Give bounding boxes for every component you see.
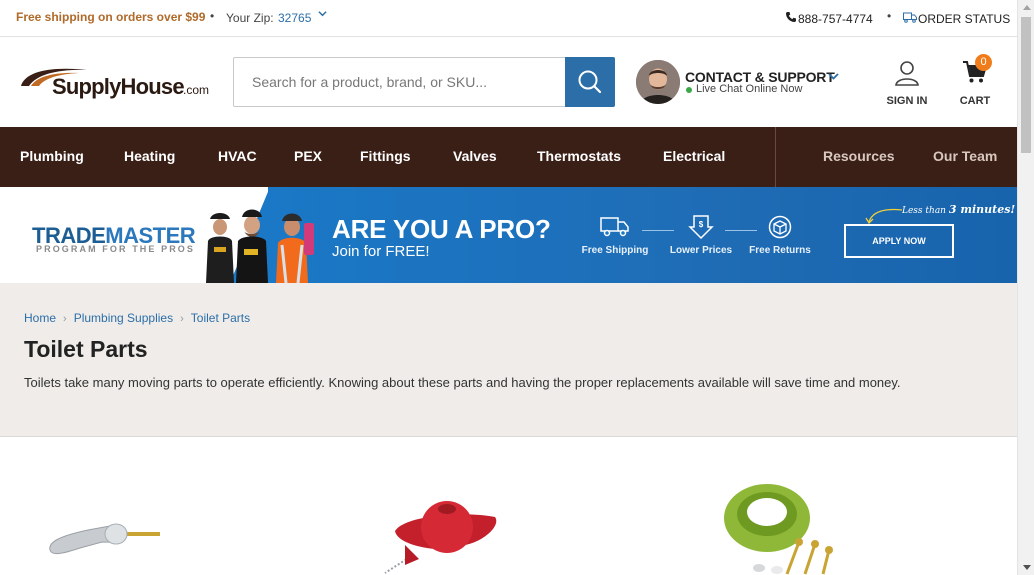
perk-label: Lower Prices — [669, 245, 733, 256]
nav-item-pex[interactable]: PEX — [294, 148, 322, 164]
trademaster-tagline: PROGRAM FOR THE PROS — [36, 244, 196, 254]
breadcrumb-plumbing-supplies[interactable]: Plumbing Supplies — [74, 311, 173, 325]
site-header: SupplyHouse .com CONTACT & SUPPORT Live … — [0, 37, 1017, 127]
perk-label: Free Returns — [749, 245, 811, 256]
breadcrumb-toilet-parts[interactable]: Toilet Parts — [191, 311, 250, 325]
banner-headline: ARE YOU A PRO? — [332, 214, 551, 244]
cart-label: CART — [959, 95, 991, 107]
nav-divider — [775, 127, 776, 187]
svg-text:$: $ — [699, 220, 704, 229]
subcategory-grid — [0, 437, 1017, 575]
nav-item-hvac[interactable]: HVAC — [218, 148, 257, 164]
scroll-down-arrow-icon[interactable] — [1023, 565, 1031, 570]
apply-now-button[interactable]: APPLY NOW — [844, 224, 954, 258]
agent-photo-icon — [636, 60, 680, 104]
phone-number[interactable]: 888-757-4774 — [798, 12, 873, 26]
returns-box-icon — [768, 215, 792, 239]
breadcrumb-home[interactable]: Home — [24, 311, 56, 325]
cart-count-badge: 0 — [975, 54, 992, 71]
separator-dot: • — [210, 9, 215, 23]
pros-group-image — [206, 209, 314, 283]
separator-dot: • — [887, 9, 892, 23]
support-agent-avatar[interactable] — [636, 60, 680, 104]
logo-brand-text: SupplyHouse — [52, 74, 185, 99]
banner-subheadline: Join for FREE! — [332, 243, 430, 260]
nav-item-electrical[interactable]: Electrical — [663, 148, 725, 164]
scroll-up-arrow-icon[interactable] — [1023, 5, 1031, 10]
zip-label: Your Zip: — [226, 11, 274, 25]
search-box — [233, 57, 615, 107]
top-bar: Free shipping on orders over $99 • Your … — [0, 0, 1017, 37]
search-icon — [578, 70, 602, 94]
category-description: Toilets take many moving parts to operat… — [24, 375, 901, 390]
truck-icon — [903, 12, 917, 23]
supplyhouse-logo[interactable]: SupplyHouse .com — [19, 66, 214, 102]
nav-item-heating[interactable]: Heating — [124, 148, 175, 164]
toilet-handle-image[interactable] — [40, 512, 165, 567]
nav-item-plumbing[interactable]: Plumbing — [20, 148, 84, 164]
category-header: Home › Plumbing Supplies › Toilet Parts Toil… — [0, 283, 1017, 437]
phone-icon — [786, 12, 796, 22]
nav-item-thermostats[interactable]: Thermostats — [537, 148, 621, 164]
search-button[interactable] — [565, 57, 615, 107]
perk-label: Free Shipping — [581, 245, 649, 256]
wax-ring-kit-image[interactable] — [715, 482, 845, 575]
time-note-b: 3 minutes! — [948, 203, 1016, 216]
chevron-down-icon[interactable] — [318, 9, 327, 18]
page: Free shipping on orders over $99 • Your … — [0, 0, 1034, 575]
breadcrumb: Home › Plumbing Supplies › Toilet Parts — [24, 311, 250, 325]
order-status-link[interactable]: ORDER STATUS — [918, 12, 1010, 26]
toilet-flapper-image[interactable] — [375, 495, 505, 575]
nav-item-valves[interactable]: Valves — [453, 148, 497, 164]
truck-icon — [600, 217, 629, 237]
cart-button[interactable]: 0 CART — [955, 54, 995, 107]
nav-item-fittings[interactable]: Fittings — [360, 148, 411, 164]
scroll-thumb[interactable] — [1021, 17, 1031, 153]
main-navigation: Plumbing Heating HVAC PEX Fittings Valve… — [0, 127, 1017, 187]
user-icon — [895, 61, 919, 86]
page-scrollbar[interactable] — [1017, 0, 1034, 575]
nav-item-our-team[interactable]: Our Team — [933, 148, 997, 164]
live-chat-status[interactable]: Live Chat Online Now — [696, 83, 802, 95]
time-note: Less than 3 minutes! — [902, 203, 1015, 216]
chevron-right-icon: › — [180, 313, 184, 325]
time-note-a: Less than — [902, 206, 949, 216]
chevron-down-icon[interactable] — [828, 72, 839, 81]
search-input[interactable] — [234, 58, 565, 106]
nav-item-resources[interactable]: Resources — [823, 148, 895, 164]
curved-arrow-icon — [865, 208, 903, 225]
logo-tld-text: .com — [183, 83, 210, 97]
zip-value[interactable]: 32765 — [278, 11, 311, 25]
sign-in-button[interactable]: SIGN IN — [882, 59, 932, 107]
online-status-dot — [686, 87, 692, 93]
price-tag-icon: $ — [688, 215, 714, 239]
trademaster-banner[interactable]: TRADEMASTER PROGRAM FOR THE PROS ARE YOU… — [0, 187, 1017, 283]
page-title: Toilet Parts — [24, 336, 148, 362]
perk-free-returns: Free Returns — [740, 215, 820, 256]
perk-lower-prices: $ Lower Prices — [661, 215, 741, 256]
sign-in-label: SIGN IN — [886, 95, 928, 107]
free-shipping-notice: Free shipping on orders over $99 — [16, 10, 206, 24]
chevron-right-icon: › — [63, 313, 67, 325]
perk-free-shipping: Free Shipping — [575, 215, 655, 256]
